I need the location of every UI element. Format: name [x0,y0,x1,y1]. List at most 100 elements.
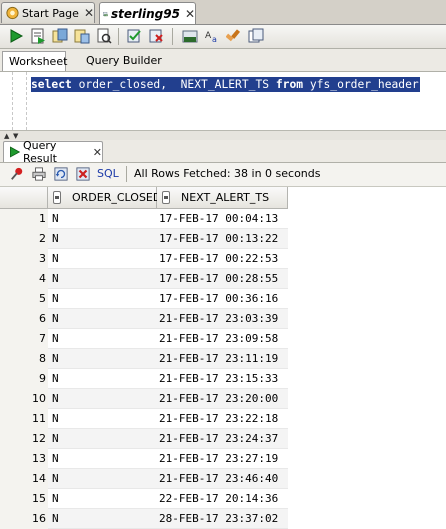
row-number[interactable]: 4 [0,269,48,289]
commit-icon[interactable] [126,28,142,44]
order-closed-cell[interactable]: N [48,429,157,449]
order-closed-cell[interactable]: N [48,289,157,309]
close-icon[interactable]: ✕ [84,6,94,20]
next-alert-ts-cell[interactable]: 21-FEB-17 23:27:19 [157,449,288,469]
table-row[interactable]: 13 N 21-FEB-17 23:27:19 [0,449,446,469]
run-statement-icon[interactable] [8,28,24,44]
row-number[interactable]: 2 [0,229,48,249]
next-alert-ts-cell[interactable]: 17-FEB-17 00:22:53 [157,249,288,269]
next-alert-ts-cell[interactable]: 17-FEB-17 00:13:22 [157,229,288,249]
table-row[interactable]: 16 N 28-FEB-17 23:37:02 [0,509,446,529]
rollback-icon[interactable] [148,28,164,44]
order-closed-cell[interactable]: N [48,509,157,529]
next-alert-ts-cell[interactable]: 21-FEB-17 23:22:18 [157,409,288,429]
start-page-icon [6,6,19,20]
column-header-next-alert-ts[interactable]: NEXT_ALERT_TS [157,187,288,209]
order-closed-cell[interactable]: N [48,469,157,489]
to-upper-lower-icon[interactable]: A a [204,28,220,44]
tab-query-builder[interactable]: Query Builder [80,51,168,71]
table-row[interactable]: 1 N 17-FEB-17 00:04:13 [0,209,446,229]
sql-link[interactable]: SQL [97,167,119,180]
row-number[interactable]: 15 [0,489,48,509]
row-number[interactable]: 13 [0,449,48,469]
row-number[interactable]: 14 [0,469,48,489]
row-number[interactable]: 10 [0,389,48,409]
row-number[interactable]: 1 [0,209,48,229]
delete-icon[interactable] [76,167,90,181]
order-closed-cell[interactable]: N [48,249,157,269]
next-alert-ts-cell[interactable]: 28-FEB-17 23:37:02 [157,509,288,529]
order-closed-cell[interactable]: N [48,449,157,469]
next-alert-ts-cell[interactable]: 21-FEB-17 23:15:33 [157,369,288,389]
next-alert-ts-cell[interactable]: 17-FEB-17 00:36:16 [157,289,288,309]
tab-worksheet[interactable]: Worksheet [2,51,67,71]
sql-history-icon[interactable] [248,28,264,44]
table-row[interactable]: 9 N 21-FEB-17 23:15:33 [0,369,446,389]
order-closed-cell[interactable]: N [48,489,157,509]
next-alert-ts-cell[interactable]: 22-FEB-17 20:14:36 [157,489,288,509]
next-alert-ts-cell[interactable]: 21-FEB-17 23:03:39 [157,309,288,329]
order-closed-cell[interactable]: N [48,209,157,229]
order-closed-cell[interactable]: N [48,369,157,389]
row-number[interactable]: 6 [0,309,48,329]
svg-text:A: A [205,31,212,41]
row-number[interactable]: 5 [0,289,48,309]
row-number[interactable]: 9 [0,369,48,389]
print-icon[interactable] [32,167,46,181]
unshared-sql-icon[interactable] [182,28,198,44]
collapse-up-icon[interactable]: ▲ [4,132,9,140]
order-closed-cell[interactable]: N [48,229,157,249]
table-row[interactable]: 5 N 17-FEB-17 00:36:16 [0,289,446,309]
tab-label: Query Result [22,139,57,165]
next-alert-ts-cell[interactable]: 17-FEB-17 00:28:55 [157,269,288,289]
next-alert-ts-cell[interactable]: 21-FEB-17 23:20:00 [157,389,288,409]
next-alert-ts-cell[interactable]: 17-FEB-17 00:04:13 [157,209,288,229]
refresh-icon[interactable] [54,167,68,181]
column-header-order-closed[interactable]: ORDER_CLOSED [48,187,161,209]
clear-icon[interactable] [226,28,242,44]
sql-text: order_closed, NEXT_ALERT_TS [71,78,276,91]
sql-tuning-icon[interactable] [96,28,112,44]
table-row[interactable]: 8 N 21-FEB-17 23:11:19 [0,349,446,369]
table-row[interactable]: 12 N 21-FEB-17 23:24:37 [0,429,446,449]
row-number[interactable]: 7 [0,329,48,349]
order-closed-cell[interactable]: N [48,309,157,329]
order-closed-cell[interactable]: N [48,329,157,349]
table-row[interactable]: 15 N 22-FEB-17 20:14:36 [0,489,446,509]
worksheet-subtabs: Worksheet Query Builder [0,49,446,72]
collapse-down-icon[interactable]: ▼ [13,132,18,140]
table-row[interactable]: 10 N 21-FEB-17 23:20:00 [0,389,446,409]
table-row[interactable]: 2 N 17-FEB-17 00:13:22 [0,229,446,249]
order-closed-cell[interactable]: N [48,389,157,409]
explain-plan-icon[interactable] [74,28,90,44]
pin-icon[interactable] [10,167,24,181]
tab-sterling95[interactable]: SQL sterling95 ✕ [99,2,196,24]
table-row[interactable]: 6 N 21-FEB-17 23:03:39 [0,309,446,329]
table-row[interactable]: 11 N 21-FEB-17 23:22:18 [0,409,446,429]
next-alert-ts-cell[interactable]: 21-FEB-17 23:09:58 [157,329,288,349]
row-number[interactable]: 3 [0,249,48,269]
next-alert-ts-cell[interactable]: 21-FEB-17 23:24:37 [157,429,288,449]
row-number[interactable]: 12 [0,429,48,449]
sql-statement[interactable]: select order_closed, NEXT_ALERT_TS from … [31,77,420,92]
row-number[interactable]: 11 [0,409,48,429]
close-icon[interactable]: ✕ [185,7,195,21]
order-closed-cell[interactable]: N [48,269,157,289]
autotrace-icon[interactable] [52,28,68,44]
tab-start-page[interactable]: Start Page ✕ [1,2,95,23]
next-alert-ts-cell[interactable]: 21-FEB-17 23:11:19 [157,349,288,369]
order-closed-cell[interactable]: N [48,349,157,369]
row-number[interactable]: 8 [0,349,48,369]
row-number[interactable]: 16 [0,509,48,529]
table-row[interactable]: 4 N 17-FEB-17 00:28:55 [0,269,446,289]
run-script-icon[interactable] [30,28,46,44]
table-row[interactable]: 14 N 21-FEB-17 23:46:40 [0,469,446,489]
order-closed-cell[interactable]: N [48,409,157,429]
table-row[interactable]: 7 N 21-FEB-17 23:09:58 [0,329,446,349]
close-icon[interactable]: ✕ [93,146,102,159]
next-alert-ts-cell[interactable]: 21-FEB-17 23:46:40 [157,469,288,489]
table-row[interactable]: 3 N 17-FEB-17 00:22:53 [0,249,446,269]
sql-editor[interactable]: select order_closed, NEXT_ALERT_TS from … [0,72,446,130]
tab-label: Start Page [21,6,79,20]
tab-query-result[interactable]: Query Result ✕ [3,139,103,165]
